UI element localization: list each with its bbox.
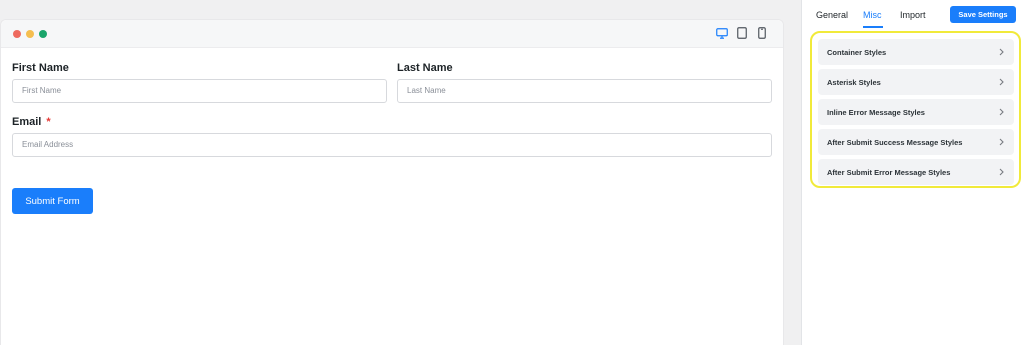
accordion-inline-error-message-styles[interactable]: Inline Error Message Styles (818, 99, 1014, 125)
submit-form-button[interactable]: Submit Form (12, 188, 93, 214)
chevron-right-icon (999, 78, 1005, 86)
tab-general[interactable]: General (816, 10, 848, 20)
accordion-after-submit-error-message-styles[interactable]: After Submit Error Message Styles (818, 159, 1014, 185)
accordion-after-submit-success-message-styles[interactable]: After Submit Success Message Styles (818, 129, 1014, 155)
chevron-right-icon (999, 48, 1005, 56)
window-maximize-dot (39, 30, 47, 38)
accordion-label: Asterisk Styles (827, 77, 881, 87)
device-switcher (715, 26, 769, 40)
accordion-label: After Submit Error Message Styles (827, 167, 951, 177)
email-label-text: Email (12, 116, 42, 128)
mobile-icon[interactable] (755, 26, 769, 40)
last-name-label: Last Name (397, 62, 453, 74)
misc-sections-highlight: Container Styles Asterisk Styles Inline … (810, 31, 1021, 188)
email-input[interactable]: Email Address (12, 133, 772, 157)
accordion-asterisk-styles[interactable]: Asterisk Styles (818, 69, 1014, 95)
window-minimize-dot (26, 30, 34, 38)
tab-misc[interactable]: Misc (863, 10, 882, 20)
active-tab-indicator (863, 26, 883, 28)
accordion-container-styles[interactable]: Container Styles (818, 39, 1014, 65)
required-asterisk: * (46, 116, 51, 128)
browser-title-bar (1, 20, 783, 48)
email-label: Email * (12, 116, 51, 128)
form-preview-area: First Name First Name Last Name Last Nam… (0, 0, 800, 345)
accordion-label: Container Styles (827, 47, 887, 57)
accordion-label: Inline Error Message Styles (827, 107, 925, 117)
first-name-input[interactable]: First Name (12, 79, 387, 103)
save-settings-button[interactable]: Save Settings (950, 6, 1016, 23)
accordion-label: After Submit Success Message Styles (827, 137, 963, 147)
first-name-label: First Name (12, 62, 69, 74)
desktop-icon[interactable] (715, 26, 729, 40)
last-name-input[interactable]: Last Name (397, 79, 772, 103)
chevron-right-icon (999, 108, 1005, 116)
tablet-icon[interactable] (735, 26, 749, 40)
chevron-right-icon (999, 168, 1005, 176)
window-close-dot (13, 30, 21, 38)
settings-panel: General Misc Import Save Settings Contai… (801, 0, 1024, 345)
settings-tabs: General Misc Import Save Settings (802, 0, 1024, 30)
preview-browser-frame: First Name First Name Last Name Last Nam… (0, 19, 784, 345)
tab-import[interactable]: Import (900, 10, 926, 20)
chevron-right-icon (999, 138, 1005, 146)
